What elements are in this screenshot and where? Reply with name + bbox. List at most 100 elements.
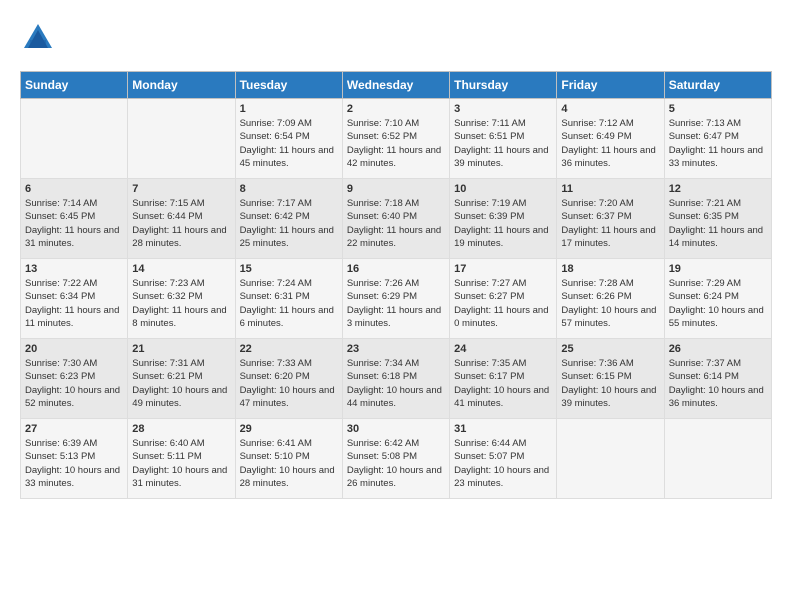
calendar-cell: 29 Sunrise: 6:41 AM Sunset: 5:10 PM Dayli… <box>235 419 342 499</box>
calendar-cell: 15 Sunrise: 7:24 AM Sunset: 6:31 PM Dayli… <box>235 259 342 339</box>
calendar-cell: 10 Sunrise: 7:19 AM Sunset: 6:39 PM Dayli… <box>450 179 557 259</box>
day-content: Sunrise: 7:15 AM Sunset: 6:44 PM Dayligh… <box>132 197 230 250</box>
calendar-cell: 23 Sunrise: 7:34 AM Sunset: 6:18 PM Dayli… <box>342 339 449 419</box>
day-number: 27 <box>25 423 123 435</box>
day-content: Sunrise: 7:34 AM Sunset: 6:18 PM Dayligh… <box>347 357 445 410</box>
calendar-cell: 16Sunrise: 7:26 AM Sunset: 6:29 PM Dayli… <box>342 259 449 339</box>
calendar-cell: 8 Sunrise: 7:17 AM Sunset: 6:42 PM Daylig… <box>235 179 342 259</box>
day-number: 10 <box>454 183 552 195</box>
day-number: 29 <box>240 423 338 435</box>
day-number: 18 <box>561 263 659 275</box>
day-content: Sunrise: 7:20 AM Sunset: 6:37 PM Dayligh… <box>561 197 659 250</box>
day-header-wednesday: Wednesday <box>342 72 449 99</box>
day-number: 21 <box>132 343 230 355</box>
day-number: 17 <box>454 263 552 275</box>
day-number: 26 <box>669 343 767 355</box>
day-content: Sunrise: 7:22 AM Sunset: 6:34 PM Dayligh… <box>25 277 123 330</box>
day-content: Sunrise: 6:40 AM Sunset: 5:11 PM Dayligh… <box>132 437 230 490</box>
day-content: Sunrise: 7:12 AM Sunset: 6:49 PM Dayligh… <box>561 117 659 170</box>
day-number: 20 <box>25 343 123 355</box>
calendar-cell: 20 Sunrise: 7:30 AM Sunset: 6:23 PM Dayli… <box>21 339 128 419</box>
day-number: 15 <box>240 263 338 275</box>
day-header-tuesday: Tuesday <box>235 72 342 99</box>
logo-graphic <box>20 20 56 61</box>
day-content: Sunrise: 7:19 AM Sunset: 6:39 PM Dayligh… <box>454 197 552 250</box>
day-header-sunday: Sunday <box>21 72 128 99</box>
day-number: 14 <box>132 263 230 275</box>
day-number: 19 <box>669 263 767 275</box>
day-number: 6 <box>25 183 123 195</box>
day-number: 9 <box>347 183 445 195</box>
calendar-week-row: 6 Sunrise: 7:14 AM Sunset: 6:45 PM Daylig… <box>21 179 772 259</box>
day-number: 16 <box>347 263 445 275</box>
day-content: Sunrise: 7:10 AM Sunset: 6:52 PM Dayligh… <box>347 117 445 170</box>
day-content: Sunrise: 7:17 AM Sunset: 6:42 PM Dayligh… <box>240 197 338 250</box>
calendar-cell <box>21 99 128 179</box>
day-number: 31 <box>454 423 552 435</box>
calendar-cell <box>664 419 771 499</box>
calendar-cell: 27 Sunrise: 6:39 AM Sunset: 5:13 PM Dayli… <box>21 419 128 499</box>
day-number: 5 <box>669 103 767 115</box>
calendar-cell: 26 Sunrise: 7:37 AM Sunset: 6:14 PM Dayli… <box>664 339 771 419</box>
calendar-cell: 21 Sunrise: 7:31 AM Sunset: 6:21 PM Dayli… <box>128 339 235 419</box>
day-number: 22 <box>240 343 338 355</box>
calendar-week-row: 13 Sunrise: 7:22 AM Sunset: 6:34 PM Dayli… <box>21 259 772 339</box>
calendar-cell: 11 Sunrise: 7:20 AM Sunset: 6:37 PM Dayli… <box>557 179 664 259</box>
calendar-cell: 12 Sunrise: 7:21 AM Sunset: 6:35 PM Dayli… <box>664 179 771 259</box>
calendar-cell: 5 Sunrise: 7:13 AM Sunset: 6:47 PM Daylig… <box>664 99 771 179</box>
calendar-cell: 2 Sunrise: 7:10 AM Sunset: 6:52 PM Daylig… <box>342 99 449 179</box>
day-number: 12 <box>669 183 767 195</box>
day-number: 4 <box>561 103 659 115</box>
day-content: Sunrise: 7:18 AM Sunset: 6:40 PM Dayligh… <box>347 197 445 250</box>
day-content: Sunrise: 7:14 AM Sunset: 6:45 PM Dayligh… <box>25 197 123 250</box>
day-number: 8 <box>240 183 338 195</box>
day-content: Sunrise: 7:30 AM Sunset: 6:23 PM Dayligh… <box>25 357 123 410</box>
day-content: Sunrise: 7:27 AM Sunset: 6:27 PM Dayligh… <box>454 277 552 330</box>
page-header <box>20 20 772 61</box>
calendar-cell: 28 Sunrise: 6:40 AM Sunset: 5:11 PM Dayli… <box>128 419 235 499</box>
day-number: 28 <box>132 423 230 435</box>
calendar-cell: 31 Sunrise: 6:44 AM Sunset: 5:07 PM Dayli… <box>450 419 557 499</box>
calendar-cell: 24 Sunrise: 7:35 AM Sunset: 6:17 PM Dayli… <box>450 339 557 419</box>
day-number: 30 <box>347 423 445 435</box>
day-content: Sunrise: 6:44 AM Sunset: 5:07 PM Dayligh… <box>454 437 552 490</box>
day-content: Sunrise: 6:39 AM Sunset: 5:13 PM Dayligh… <box>25 437 123 490</box>
calendar-week-row: 27 Sunrise: 6:39 AM Sunset: 5:13 PM Dayli… <box>21 419 772 499</box>
day-content: Sunrise: 7:24 AM Sunset: 6:31 PM Dayligh… <box>240 277 338 330</box>
calendar-week-row: 1Sunrise: 7:09 AM Sunset: 6:54 PM Daylig… <box>21 99 772 179</box>
day-number: 13 <box>25 263 123 275</box>
day-content: Sunrise: 6:41 AM Sunset: 5:10 PM Dayligh… <box>240 437 338 490</box>
day-content: Sunrise: 7:37 AM Sunset: 6:14 PM Dayligh… <box>669 357 767 410</box>
calendar-cell: 7Sunrise: 7:15 AM Sunset: 6:44 PM Daylig… <box>128 179 235 259</box>
day-content: Sunrise: 7:11 AM Sunset: 6:51 PM Dayligh… <box>454 117 552 170</box>
day-content: Sunrise: 7:35 AM Sunset: 6:17 PM Dayligh… <box>454 357 552 410</box>
day-number: 23 <box>347 343 445 355</box>
day-header-friday: Friday <box>557 72 664 99</box>
calendar-cell: 17 Sunrise: 7:27 AM Sunset: 6:27 PM Dayli… <box>450 259 557 339</box>
day-content: Sunrise: 7:31 AM Sunset: 6:21 PM Dayligh… <box>132 357 230 410</box>
calendar-cell: 1Sunrise: 7:09 AM Sunset: 6:54 PM Daylig… <box>235 99 342 179</box>
day-header-thursday: Thursday <box>450 72 557 99</box>
day-content: Sunrise: 7:36 AM Sunset: 6:15 PM Dayligh… <box>561 357 659 410</box>
day-content: Sunrise: 7:28 AM Sunset: 6:26 PM Dayligh… <box>561 277 659 330</box>
day-number: 24 <box>454 343 552 355</box>
calendar-cell: 19 Sunrise: 7:29 AM Sunset: 6:24 PM Dayli… <box>664 259 771 339</box>
day-content: Sunrise: 7:13 AM Sunset: 6:47 PM Dayligh… <box>669 117 767 170</box>
calendar-table: SundayMondayTuesdayWednesdayThursdayFrid… <box>20 71 772 499</box>
calendar-cell: 18 Sunrise: 7:28 AM Sunset: 6:26 PM Dayli… <box>557 259 664 339</box>
calendar-cell: 6 Sunrise: 7:14 AM Sunset: 6:45 PM Daylig… <box>21 179 128 259</box>
calendar-cell <box>128 99 235 179</box>
day-number: 1 <box>240 103 338 115</box>
calendar-cell <box>557 419 664 499</box>
day-number: 2 <box>347 103 445 115</box>
day-content: Sunrise: 7:29 AM Sunset: 6:24 PM Dayligh… <box>669 277 767 330</box>
calendar-cell: 4 Sunrise: 7:12 AM Sunset: 6:49 PM Daylig… <box>557 99 664 179</box>
logo <box>20 20 60 61</box>
day-header-monday: Monday <box>128 72 235 99</box>
day-content: Sunrise: 7:21 AM Sunset: 6:35 PM Dayligh… <box>669 197 767 250</box>
day-content: Sunrise: 7:23 AM Sunset: 6:32 PM Dayligh… <box>132 277 230 330</box>
calendar-cell: 14 Sunrise: 7:23 AM Sunset: 6:32 PM Dayli… <box>128 259 235 339</box>
calendar-cell: 30Sunrise: 6:42 AM Sunset: 5:08 PM Dayli… <box>342 419 449 499</box>
day-number: 3 <box>454 103 552 115</box>
day-number: 11 <box>561 183 659 195</box>
